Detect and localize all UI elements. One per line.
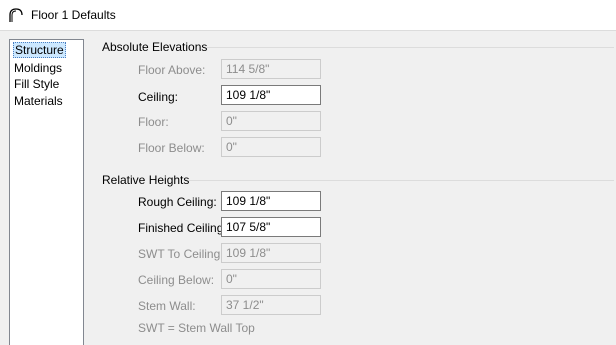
- ceiling-label: Ceiling:: [138, 90, 179, 104]
- relative-heights-header: Relative Heights: [102, 173, 190, 187]
- floor-above-label: Floor Above:: [138, 63, 206, 77]
- group-divider: [188, 180, 614, 181]
- swt-to-ceiling-field: 109 1/8": [221, 243, 321, 263]
- floor-above-field: 114 5/8": [221, 59, 321, 79]
- ceiling-below-field: 0": [221, 269, 321, 289]
- nav-item-structure[interactable]: Structure: [13, 42, 66, 58]
- category-list: Structure Moldings Fill Style Materials: [9, 39, 84, 345]
- absolute-elevations-header: Absolute Elevations: [102, 40, 208, 54]
- ceiling-field[interactable]: 109 1/8": [221, 85, 321, 105]
- floor-below-field: 0": [221, 137, 321, 157]
- nav-item-materials[interactable]: Materials: [13, 93, 64, 109]
- stem-wall-field: 37 1/2": [221, 295, 321, 315]
- swt-to-ceiling-label: SWT To Ceiling:: [138, 247, 224, 261]
- stem-wall-label: Stem Wall:: [138, 299, 196, 313]
- finished-ceiling-field[interactable]: 107 5/8": [221, 217, 321, 237]
- nav-item-moldings[interactable]: Moldings: [13, 60, 63, 76]
- title-bar: Floor 1 Defaults: [0, 0, 616, 31]
- group-divider: [207, 47, 614, 48]
- floor-field: 0": [221, 111, 321, 131]
- ceiling-below-label: Ceiling Below:: [138, 273, 215, 287]
- nav-item-fill-style[interactable]: Fill Style: [13, 76, 60, 92]
- floor-label: Floor:: [138, 115, 169, 129]
- dialog-title: Floor 1 Defaults: [31, 8, 116, 22]
- floor-defaults-dialog: Floor 1 Defaults Structure Moldings Fill…: [0, 0, 616, 345]
- swt-footnote: SWT = Stem Wall Top: [138, 321, 255, 335]
- rough-ceiling-field[interactable]: 109 1/8": [221, 191, 321, 211]
- finished-ceiling-label: Finished Ceiling:: [138, 221, 227, 235]
- floor-below-label: Floor Below:: [138, 141, 205, 155]
- rough-ceiling-label: Rough Ceiling:: [138, 195, 217, 209]
- arch-icon: [9, 8, 23, 22]
